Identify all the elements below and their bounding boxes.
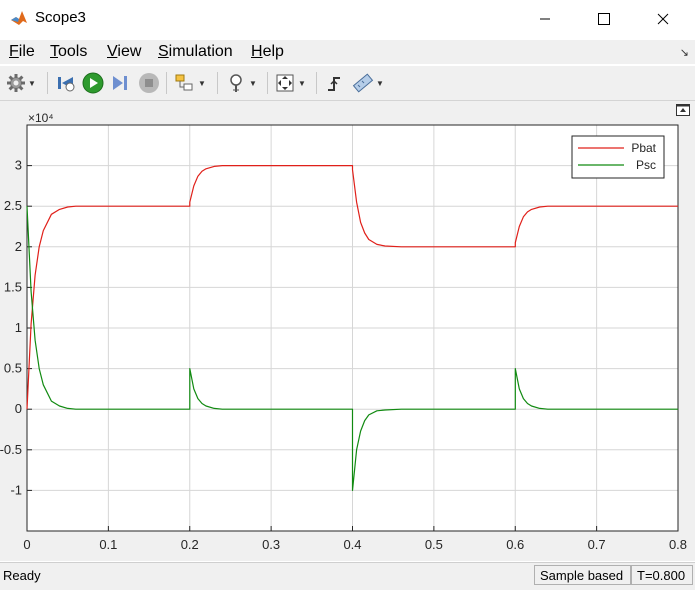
configuration-button[interactable]: ▼ [6,71,36,95]
y-tick-label: -1 [10,482,22,497]
plot-panel: 0 0.1 0.2 0.3 0.4 0.5 0.6 0.7 0.8 -1 -0.5 0 0.5 1 1.5 2… [0,101,695,561]
toolbar-separator [316,72,317,94]
x-tick-label: 0.3 [262,537,280,552]
toolbar: ▼ ▼ ▼ ▼ ▼ [0,66,695,101]
matlab-logo-icon [11,11,27,25]
minimize-button[interactable] [522,0,568,38]
y-tick-label: 2.5 [4,198,22,213]
dock-arrow-icon[interactable]: ↘ [680,46,689,59]
window-title: Scope3 [35,9,86,26]
title-bar: Scope3 [0,0,695,38]
x-tick-label: 0.6 [506,537,524,552]
zoom-icon [230,74,242,92]
highlight-block-icon [175,74,193,91]
gear-icon [7,74,25,92]
chevron-down-icon[interactable]: ▼ [198,79,206,88]
cursor-measurements-icon [352,73,374,93]
chevron-down-icon[interactable]: ▼ [298,79,306,88]
run-icon [82,72,104,94]
x-tick-label: 0.1 [99,537,117,552]
scope-chart[interactable]: 0 0.1 0.2 0.3 0.4 0.5 0.6 0.7 0.8 -1 -0.5 0 0.5 1 1.5 2… [0,101,695,561]
y-tick-label: 1.5 [4,279,22,294]
y-tick-label: 0.5 [4,361,22,376]
y-exponent-label: ×10⁴ [28,111,54,125]
minimize-icon [540,18,550,20]
triggers-icon [328,77,340,91]
legend-label-pbat: Pbat [631,141,656,155]
legend-label-psc: Psc [636,158,656,172]
zoom-button[interactable]: ▼ [225,71,257,95]
highlight-block-button[interactable]: ▼ [174,71,206,95]
triggers-button[interactable] [324,71,346,95]
menu-bar: File Tools View Simulation Help ↘ [0,40,695,64]
toolbar-separator [47,72,48,94]
maximize-icon [598,13,610,25]
close-icon [657,13,669,25]
maximize-button[interactable] [581,0,627,38]
y-tick-label: 1 [15,320,22,335]
status-text: Ready [3,568,41,583]
menu-tools[interactable]: Tools [50,43,87,61]
y-tick-label: -0.5 [0,442,22,457]
run-button[interactable] [82,71,104,95]
x-tick-label: 0 [23,537,30,552]
y-tick-label: 0 [15,401,22,416]
close-button[interactable] [640,0,686,38]
chevron-down-icon[interactable]: ▼ [249,79,257,88]
step-back-icon [58,77,75,92]
toolbar-separator [267,72,268,94]
sample-mode-indicator: Sample based [534,565,631,585]
menu-help[interactable]: Help [251,43,284,61]
autoscale-icon [276,74,294,92]
x-tick-label: 0.4 [343,537,361,552]
toolbar-separator [217,72,218,94]
step-forward-icon [113,76,127,90]
cursor-measurements-button[interactable]: ▼ [352,71,384,95]
stop-button[interactable] [138,71,160,95]
toolbar-separator [166,72,167,94]
x-tick-label: 0.5 [425,537,443,552]
y-tick-label: 2 [15,239,22,254]
menu-view[interactable]: View [107,43,141,61]
x-tick-label: 0.7 [588,537,606,552]
status-bar: Ready Sample based T=0.800 [0,562,695,590]
simulation-time-indicator: T=0.800 [631,565,693,585]
menu-simulation[interactable]: Simulation [158,43,233,61]
autoscale-button[interactable]: ▼ [274,71,306,95]
stop-icon [139,73,159,93]
chevron-down-icon[interactable]: ▼ [376,79,384,88]
menu-file[interactable]: File [9,43,35,61]
chevron-down-icon[interactable]: ▼ [28,79,36,88]
undock-icon[interactable] [676,104,690,116]
y-tick-label: 3 [15,158,22,173]
x-tick-label: 0.2 [181,537,199,552]
step-back-button[interactable] [55,71,77,95]
x-tick-label: 0.8 [669,537,687,552]
step-forward-button[interactable] [110,71,132,95]
